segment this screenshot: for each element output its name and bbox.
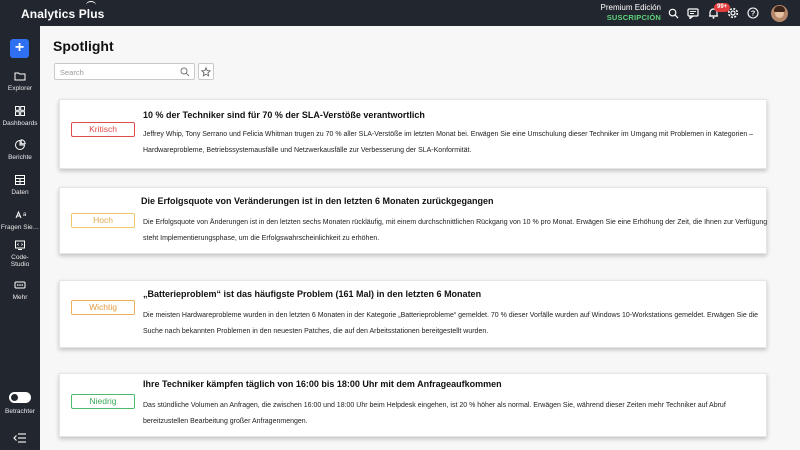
avatar-hair: [774, 6, 785, 12]
sidebar-item-label: Fragen Sie…: [0, 224, 40, 231]
favorites-button[interactable]: [198, 63, 214, 80]
sidebar-item-label: Berichte: [8, 154, 32, 161]
insight-description: Die Erfolgsquote von Änderungen ist in d…: [143, 219, 768, 242]
priority-badge: Hoch: [71, 213, 135, 228]
top-bar: Analytics Plus Premium Edición SUSCRIPCI…: [0, 0, 800, 26]
priority-badge: Wichtig: [71, 300, 135, 315]
plan-edition: Premium Edición: [600, 3, 661, 12]
logo-swoosh-icon: [86, 1, 96, 9]
viewer-label: Betrachter: [5, 408, 35, 415]
code-icon: [15, 240, 25, 250]
search-input[interactable]: [60, 66, 175, 78]
insight-card-wichtig[interactable]: Wichtig „Batterieproblem“ ist das häufig…: [59, 280, 767, 348]
svg-text:?: ?: [751, 9, 756, 18]
insight-card-kritisch[interactable]: Kritisch 10 % der Techniker sind für 70 …: [59, 99, 767, 169]
gear-icon[interactable]: [725, 5, 741, 21]
sidebar-item-label: Dashboards: [2, 120, 38, 127]
insight-title[interactable]: „Batterieproblem“ ist das häufigste Prob…: [143, 289, 481, 299]
sidebar-item-explorer[interactable]: Explorer: [0, 70, 40, 92]
subscription-link[interactable]: SUSCRIPCIÓN: [601, 13, 661, 23]
insight-title[interactable]: Ihre Techniker kämpfen täglich von 16:00…: [143, 379, 502, 389]
insight-description: Das stündliche Volumen an Anfragen, die …: [143, 402, 726, 425]
page-title: Spotlight: [53, 38, 114, 54]
sidebar-item-dashboards[interactable]: Dashboards: [0, 105, 40, 127]
sidebar-item-label: Mehr: [12, 294, 28, 301]
sidebar-item-fragen[interactable]: a Fragen Sie…: [0, 209, 40, 231]
help-icon[interactable]: ?: [745, 5, 761, 21]
search-icon[interactable]: [665, 5, 681, 21]
folder-icon: [14, 72, 26, 81]
collapse-sidebar-icon[interactable]: [13, 432, 27, 444]
avatar[interactable]: [771, 5, 788, 22]
more-icon: [14, 281, 26, 289]
sidebar-item-berichte[interactable]: Berichte: [0, 139, 40, 161]
insight-description: Jeffrey Whip, Tony Serrano und Felicia W…: [143, 131, 754, 154]
add-button[interactable]: +: [10, 39, 29, 58]
sidebar-item-daten[interactable]: Daten: [0, 174, 40, 196]
priority-badge: Niedrig: [71, 394, 135, 409]
plan-info[interactable]: Premium Edición SUSCRIPCIÓN: [601, 3, 661, 23]
insight-description: Die meisten Hardwareprobleme wurden in d…: [143, 312, 759, 335]
reports-icon: [15, 139, 26, 150]
priority-badge: Kritisch: [71, 122, 135, 137]
search-icon[interactable]: [180, 67, 190, 77]
message-icon[interactable]: [685, 5, 701, 21]
insight-title[interactable]: 10 % der Techniker sind für 70 % der SLA…: [143, 110, 425, 120]
main-content: Spotlight Kritisch 10 % der Techniker si…: [40, 26, 800, 450]
insight-title[interactable]: Die Erfolgsquote von Veränderungen ist i…: [141, 196, 494, 206]
dashboard-icon: [15, 106, 25, 116]
insight-card-niedrig[interactable]: Niedrig Ihre Techniker kämpfen täglich v…: [59, 373, 767, 437]
sidebar-item-code-studio[interactable]: Code-Studio: [0, 239, 40, 268]
sidebar: + Explorer Dashboards Berichte Daten a F…: [0, 26, 40, 450]
viewer-toggle[interactable]: [9, 392, 31, 403]
app-logo[interactable]: Analytics Plus: [21, 7, 104, 21]
svg-text:a: a: [23, 212, 26, 218]
table-icon: [15, 175, 25, 185]
star-icon: [201, 66, 211, 77]
ask-icon: a: [15, 210, 26, 219]
search-box[interactable]: [54, 63, 195, 80]
insight-card-hoch[interactable]: Hoch Die Erfolgsquote von Veränderungen …: [59, 187, 767, 254]
sidebar-item-label: Daten: [11, 189, 29, 196]
sidebar-item-mehr[interactable]: Mehr: [0, 279, 40, 301]
sidebar-item-label: Code-Studio: [10, 254, 30, 268]
sidebar-item-label: Explorer: [7, 85, 33, 92]
toggle-knob: [11, 394, 18, 401]
